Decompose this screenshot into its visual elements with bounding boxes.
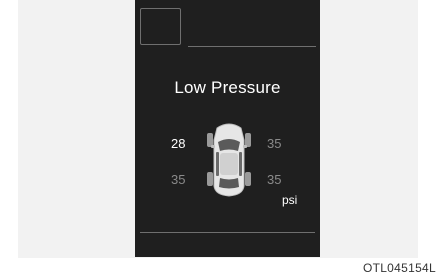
top-divider — [188, 46, 316, 47]
tire-rear-left-value: 35 — [171, 172, 186, 187]
tire-front-left-value: 28 — [171, 136, 186, 151]
car-top-view-icon — [207, 123, 251, 197]
tire-rear-right-value: 35 — [267, 172, 282, 187]
pressure-unit: psi — [282, 193, 298, 207]
bottom-divider — [140, 232, 315, 233]
tire-front-right-value: 35 — [267, 136, 282, 151]
warning-title: Low Pressure — [174, 78, 281, 97]
tpms-display: Low Pressure 28 35 35 35 psi — [135, 0, 320, 257]
indicator-box — [140, 8, 181, 45]
